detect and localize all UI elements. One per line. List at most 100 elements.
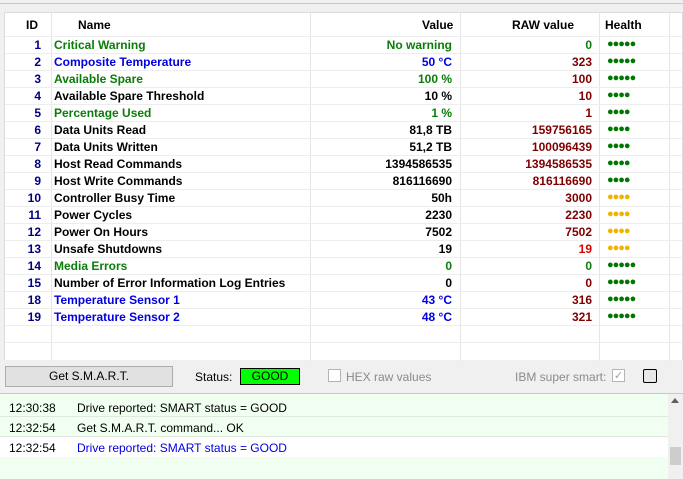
row-value: No warning — [386, 38, 452, 52]
ibm-super-smart-label[interactable]: IBM super smart: — [515, 370, 606, 384]
scroll-up-arrow-icon[interactable] — [671, 398, 679, 403]
log-panel[interactable]: 12:30:38 Drive reported: SMART status = … — [0, 393, 683, 479]
row-value: 48 °C — [421, 310, 452, 324]
row-health-indicator: ●●●●● — [607, 276, 636, 288]
row-name: Host Read Commands — [54, 157, 183, 171]
row-raw-value: 3000 — [565, 191, 592, 205]
table-row[interactable]: 15 Number of Error Information Log Entrie… — [5, 274, 683, 291]
row-name: Available Spare Threshold — [54, 89, 205, 103]
table-row[interactable]: 19 Temperature Sensor 2 48 °C 321 ●●●●● — [5, 308, 683, 325]
table-row[interactable]: 13 Unsafe Shutdowns 19 19 ●●●● — [5, 240, 683, 257]
row-id: 2 — [34, 55, 41, 69]
row-health-indicator: ●●●● — [607, 208, 631, 220]
row-raw-value: 321 — [571, 310, 592, 324]
table-header: ID Name Value RAW value Health — [5, 13, 683, 35]
table-row[interactable]: 12 Power On Hours 7502 7502 ●●●● — [5, 223, 683, 240]
row-value: 81,8 TB — [409, 123, 452, 137]
row-health-indicator: ●●●●● — [607, 293, 636, 305]
log-entry: 12:30:38 Drive reported: SMART status = … — [0, 397, 668, 417]
table-row[interactable]: 1 Critical Warning No warning 0 ●●●●● — [5, 36, 683, 53]
row-name: Percentage Used — [54, 106, 152, 120]
row-raw-value: 1 — [585, 106, 592, 120]
row-id: 11 — [28, 208, 41, 222]
row-name: Controller Busy Time — [54, 191, 176, 205]
row-name: Composite Temperature — [54, 55, 192, 69]
row-health-indicator: ●●●●● — [607, 310, 636, 322]
hex-raw-values-checkbox[interactable] — [328, 369, 341, 382]
log-message: Drive reported: SMART status = GOOD — [77, 401, 287, 415]
row-value: 19 — [438, 242, 452, 256]
row-raw-value: 10 — [578, 89, 592, 103]
log-entry-selected: 12:32:54 Drive reported: SMART status = … — [0, 437, 668, 457]
row-value: 2230 — [425, 208, 452, 222]
header-id[interactable]: ID — [26, 18, 38, 32]
header-name[interactable]: Name — [78, 18, 111, 32]
row-value: 51,2 TB — [409, 140, 452, 154]
row-value: 50h — [431, 191, 452, 205]
row-value: 43 °C — [421, 293, 452, 307]
table-row[interactable]: 11 Power Cycles 2230 2230 ●●●● — [5, 206, 683, 223]
table-row[interactable]: 2 Composite Temperature 50 °C 323 ●●●●● — [5, 53, 683, 70]
row-id: 12 — [27, 225, 41, 239]
row-raw-value: 0 — [585, 259, 592, 273]
row-id: 8 — [34, 157, 41, 171]
table-row[interactable]: 18 Temperature Sensor 1 43 °C 316 ●●●●● — [5, 291, 683, 308]
window-top-edge — [0, 0, 683, 4]
header-value[interactable]: Value — [422, 18, 453, 32]
log-time: 12:32:54 — [9, 441, 56, 455]
row-raw-value: 100 — [571, 72, 592, 86]
table-row[interactable]: 14 Media Errors 0 0 ●●●●● — [5, 257, 683, 274]
row-name: Available Spare — [54, 72, 143, 86]
get-smart-button[interactable]: Get S.M.A.R.T. — [5, 366, 173, 387]
table-row-empty — [5, 325, 683, 342]
row-value: 1394586535 — [385, 157, 452, 171]
table-row[interactable]: 8 Host Read Commands 1394586535 1394586535 ●… — [5, 155, 683, 172]
header-health[interactable]: Health — [605, 18, 642, 32]
row-id: 19 — [27, 310, 41, 324]
row-id: 13 — [27, 242, 41, 256]
row-health-indicator: ●●●● — [607, 174, 631, 186]
smart-attributes-table[interactable]: ID Name Value RAW value Health 1 Critical… — [4, 12, 683, 361]
table-row[interactable]: 3 Available Spare 100 % 100 ●●●●● — [5, 70, 683, 87]
header-raw-value[interactable]: RAW value — [512, 18, 574, 32]
row-id: 9 — [34, 174, 41, 188]
row-id: 6 — [34, 123, 41, 137]
row-id: 10 — [27, 191, 41, 205]
row-id: 5 — [34, 106, 41, 120]
row-health-indicator: ●●●● — [607, 191, 631, 203]
table-row[interactable]: 6 Data Units Read 81,8 TB 159756165 ●●●● — [5, 121, 683, 138]
toolbar: Get S.M.A.R.T. Status: GOOD HEX raw valu… — [0, 362, 683, 390]
row-health-indicator: ●●●● — [607, 140, 631, 152]
row-id: 18 — [27, 293, 41, 307]
row-health-indicator: ●●●●● — [607, 55, 636, 67]
log-message: Drive reported: SMART status = GOOD — [77, 441, 287, 455]
table-row[interactable]: 9 Host Write Commands 816116690 816116690 ●●… — [5, 172, 683, 189]
hex-raw-values-label[interactable]: HEX raw values — [346, 370, 431, 384]
row-id: 7 — [34, 140, 41, 154]
row-id: 3 — [34, 72, 41, 86]
ibm-super-smart-checkbox[interactable]: ✓ — [612, 369, 625, 382]
row-raw-value: 316 — [571, 293, 592, 307]
table-row[interactable]: 7 Data Units Written 51,2 TB 100096439 ●●●● — [5, 138, 683, 155]
log-entry: 12:32:54 Get S.M.A.R.T. command... OK — [0, 417, 668, 437]
row-health-indicator: ●●●● — [607, 123, 631, 135]
status-label: Status: — [195, 370, 233, 384]
table-row[interactable]: 10 Controller Busy Time 50h 3000 ●●●● — [5, 189, 683, 206]
status-badge: GOOD — [240, 368, 300, 385]
row-raw-value: 19 — [578, 242, 592, 256]
row-name: Power Cycles — [54, 208, 133, 222]
log-scrollbar[interactable] — [668, 394, 683, 479]
row-raw-value: 0 — [585, 38, 592, 52]
row-value: 7502 — [425, 225, 452, 239]
row-name: Temperature Sensor 2 — [54, 310, 180, 324]
row-raw-value: 0 — [585, 276, 592, 290]
row-health-indicator: ●●●● — [607, 242, 631, 254]
extra-toggle-button[interactable] — [643, 369, 657, 383]
row-raw-value: 1394586535 — [525, 157, 592, 171]
row-health-indicator: ●●●●● — [607, 259, 636, 271]
row-id: 15 — [27, 276, 41, 290]
table-row[interactable]: 5 Percentage Used 1 % 1 ●●●● — [5, 104, 683, 121]
row-value: 1 % — [431, 106, 452, 120]
table-row[interactable]: 4 Available Spare Threshold 10 % 10 ●●●● — [5, 87, 683, 104]
scroll-thumb[interactable] — [670, 447, 681, 465]
